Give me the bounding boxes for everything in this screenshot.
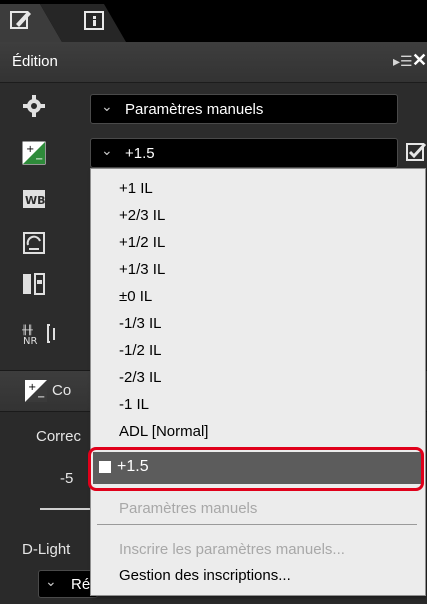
collapse-icon[interactable]: ▸☰	[393, 53, 413, 70]
chevron-down-icon: ⌄	[101, 142, 113, 158]
slider-min-value: -5	[60, 470, 74, 487]
settings-preset-combo[interactable]: ⌄ Paramètres manuels	[90, 94, 398, 124]
dlighting-value: Ré	[71, 576, 91, 593]
menu-item[interactable]: -1/2 IL	[119, 342, 162, 359]
gear-icon	[22, 94, 46, 118]
exposure-comp-icon: + −	[24, 379, 48, 403]
pencil-square-icon[interactable]	[10, 8, 32, 32]
svg-text:NR: NR	[23, 336, 37, 346]
exposure-dropdown-menu: +1 IL +2/3 IL +1/2 IL +1/3 IL ±0 IL -1/3…	[90, 168, 426, 596]
menu-item[interactable]: ±0 IL	[119, 288, 152, 305]
menu-item-disabled: Paramètres manuels	[119, 500, 258, 517]
correction-slider[interactable]	[40, 508, 90, 510]
section-title: Co	[52, 382, 72, 399]
settings-preset-value: Paramètres manuels	[125, 101, 264, 118]
menu-item[interactable]: +2/3 IL	[119, 207, 165, 224]
exposure-value: +1.5	[125, 145, 155, 162]
svg-text:+: +	[28, 382, 36, 393]
close-icon[interactable]: ✕	[412, 50, 427, 71]
palette-header: Édition ▸☰ ✕	[0, 42, 427, 83]
manage-registrations-item[interactable]: Gestion des inscriptions...	[119, 567, 291, 584]
edit-palette: Édition ▸☰ ✕ ⌄ Paramètres manuels + − ⌄ …	[0, 0, 427, 604]
picture-control-icon	[22, 231, 46, 255]
tab-bar	[0, 0, 427, 42]
exposure-comp-icon: + −	[22, 141, 46, 165]
exposure-combo[interactable]: ⌄ +1.5	[90, 138, 398, 168]
white-balance-icon: WB	[22, 187, 46, 211]
chevron-down-icon: ⌄	[101, 98, 113, 114]
correction-label: Correc	[36, 428, 82, 445]
dlighting-label: D-Light	[22, 541, 71, 558]
register-settings-item: Inscrire les paramètres manuels...	[119, 541, 345, 558]
menu-item[interactable]: -2/3 IL	[119, 369, 162, 386]
menu-item[interactable]: +1/2 IL	[119, 234, 165, 251]
menu-item[interactable]: +1 IL	[119, 180, 153, 197]
menu-item[interactable]: -1/3 IL	[119, 315, 162, 332]
annotation-highlight	[88, 447, 424, 491]
noise-reduction-icon: ╫╫ NR	[21, 322, 62, 347]
menu-item[interactable]: +1/3 IL	[119, 261, 165, 278]
info-square-icon[interactable]	[84, 8, 106, 32]
apply-checkbox[interactable]	[406, 142, 427, 162]
menu-item[interactable]: -1 IL	[119, 396, 149, 413]
svg-text:−: −	[35, 154, 43, 165]
svg-text:+: +	[26, 144, 34, 155]
svg-text:−: −	[37, 392, 45, 403]
svg-text:WB: WB	[25, 194, 46, 207]
menu-item[interactable]: ADL [Normal]	[119, 423, 208, 440]
menu-separator	[97, 524, 417, 525]
palette-title: Édition	[12, 53, 58, 70]
dlighting-combo[interactable]: ⌄ Ré	[38, 570, 98, 598]
svg-text:╫╫: ╫╫	[22, 324, 33, 336]
chevron-down-icon: ⌄	[45, 573, 57, 589]
levels-curves-icon	[22, 272, 46, 296]
